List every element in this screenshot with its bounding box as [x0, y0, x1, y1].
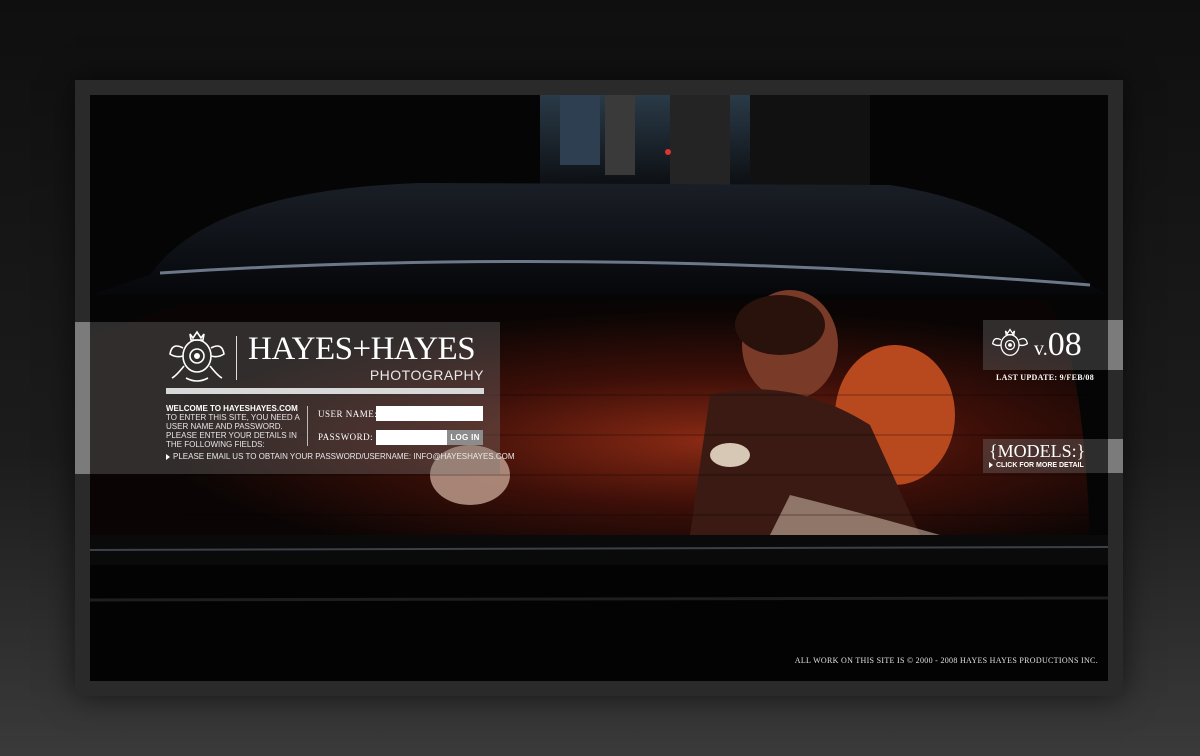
version-number: 08 — [1047, 326, 1082, 363]
username-label: USER NAME: — [318, 409, 378, 419]
password-label: PASSWORD: — [318, 432, 374, 442]
password-input[interactable] — [376, 430, 447, 445]
brand-divider — [236, 336, 237, 380]
copyright-notice: ALL WORK ON THIS SITE IS © 2000 - 2008 H… — [794, 656, 1098, 665]
version-band-accent — [1108, 320, 1123, 370]
email-note: PLEASE EMAIL US TO OBTAIN YOUR PASSWORD/… — [166, 452, 515, 461]
form-divider — [307, 406, 308, 446]
play-arrow-icon — [989, 462, 993, 469]
crest-emblem-icon — [169, 330, 225, 382]
username-input[interactable] — [376, 406, 483, 421]
brand-rule — [166, 388, 484, 394]
login-band-accent — [75, 322, 90, 474]
crest-emblem-icon — [991, 328, 1029, 356]
last-update: LAST UPDATE: 9/FEB/08 — [995, 373, 1095, 382]
version-label: v.08 — [1034, 326, 1104, 364]
brand-subtitle: PHOTOGRAPHY — [369, 367, 484, 383]
login-button[interactable]: LOG IN — [447, 430, 483, 445]
email-note-text: PLEASE EMAIL US TO OBTAIN YOUR PASSWORD/… — [173, 452, 515, 461]
brand-title: HAYES+HAYES — [248, 331, 476, 367]
models-band-accent — [1108, 439, 1123, 473]
models-title[interactable]: {MODELS:} — [989, 441, 1099, 462]
welcome-text: TO ENTER THIS SITE, YOU NEED A USER NAME… — [166, 413, 300, 449]
welcome-heading: WELCOME TO HAYESHAYES.COM — [166, 404, 298, 413]
models-subtitle: CLICK FOR MORE DETAIL — [996, 462, 1084, 469]
play-arrow-icon — [166, 453, 170, 460]
models-detail-link[interactable]: CLICK FOR MORE DETAIL — [989, 462, 1104, 469]
version-prefix: v. — [1034, 338, 1048, 360]
